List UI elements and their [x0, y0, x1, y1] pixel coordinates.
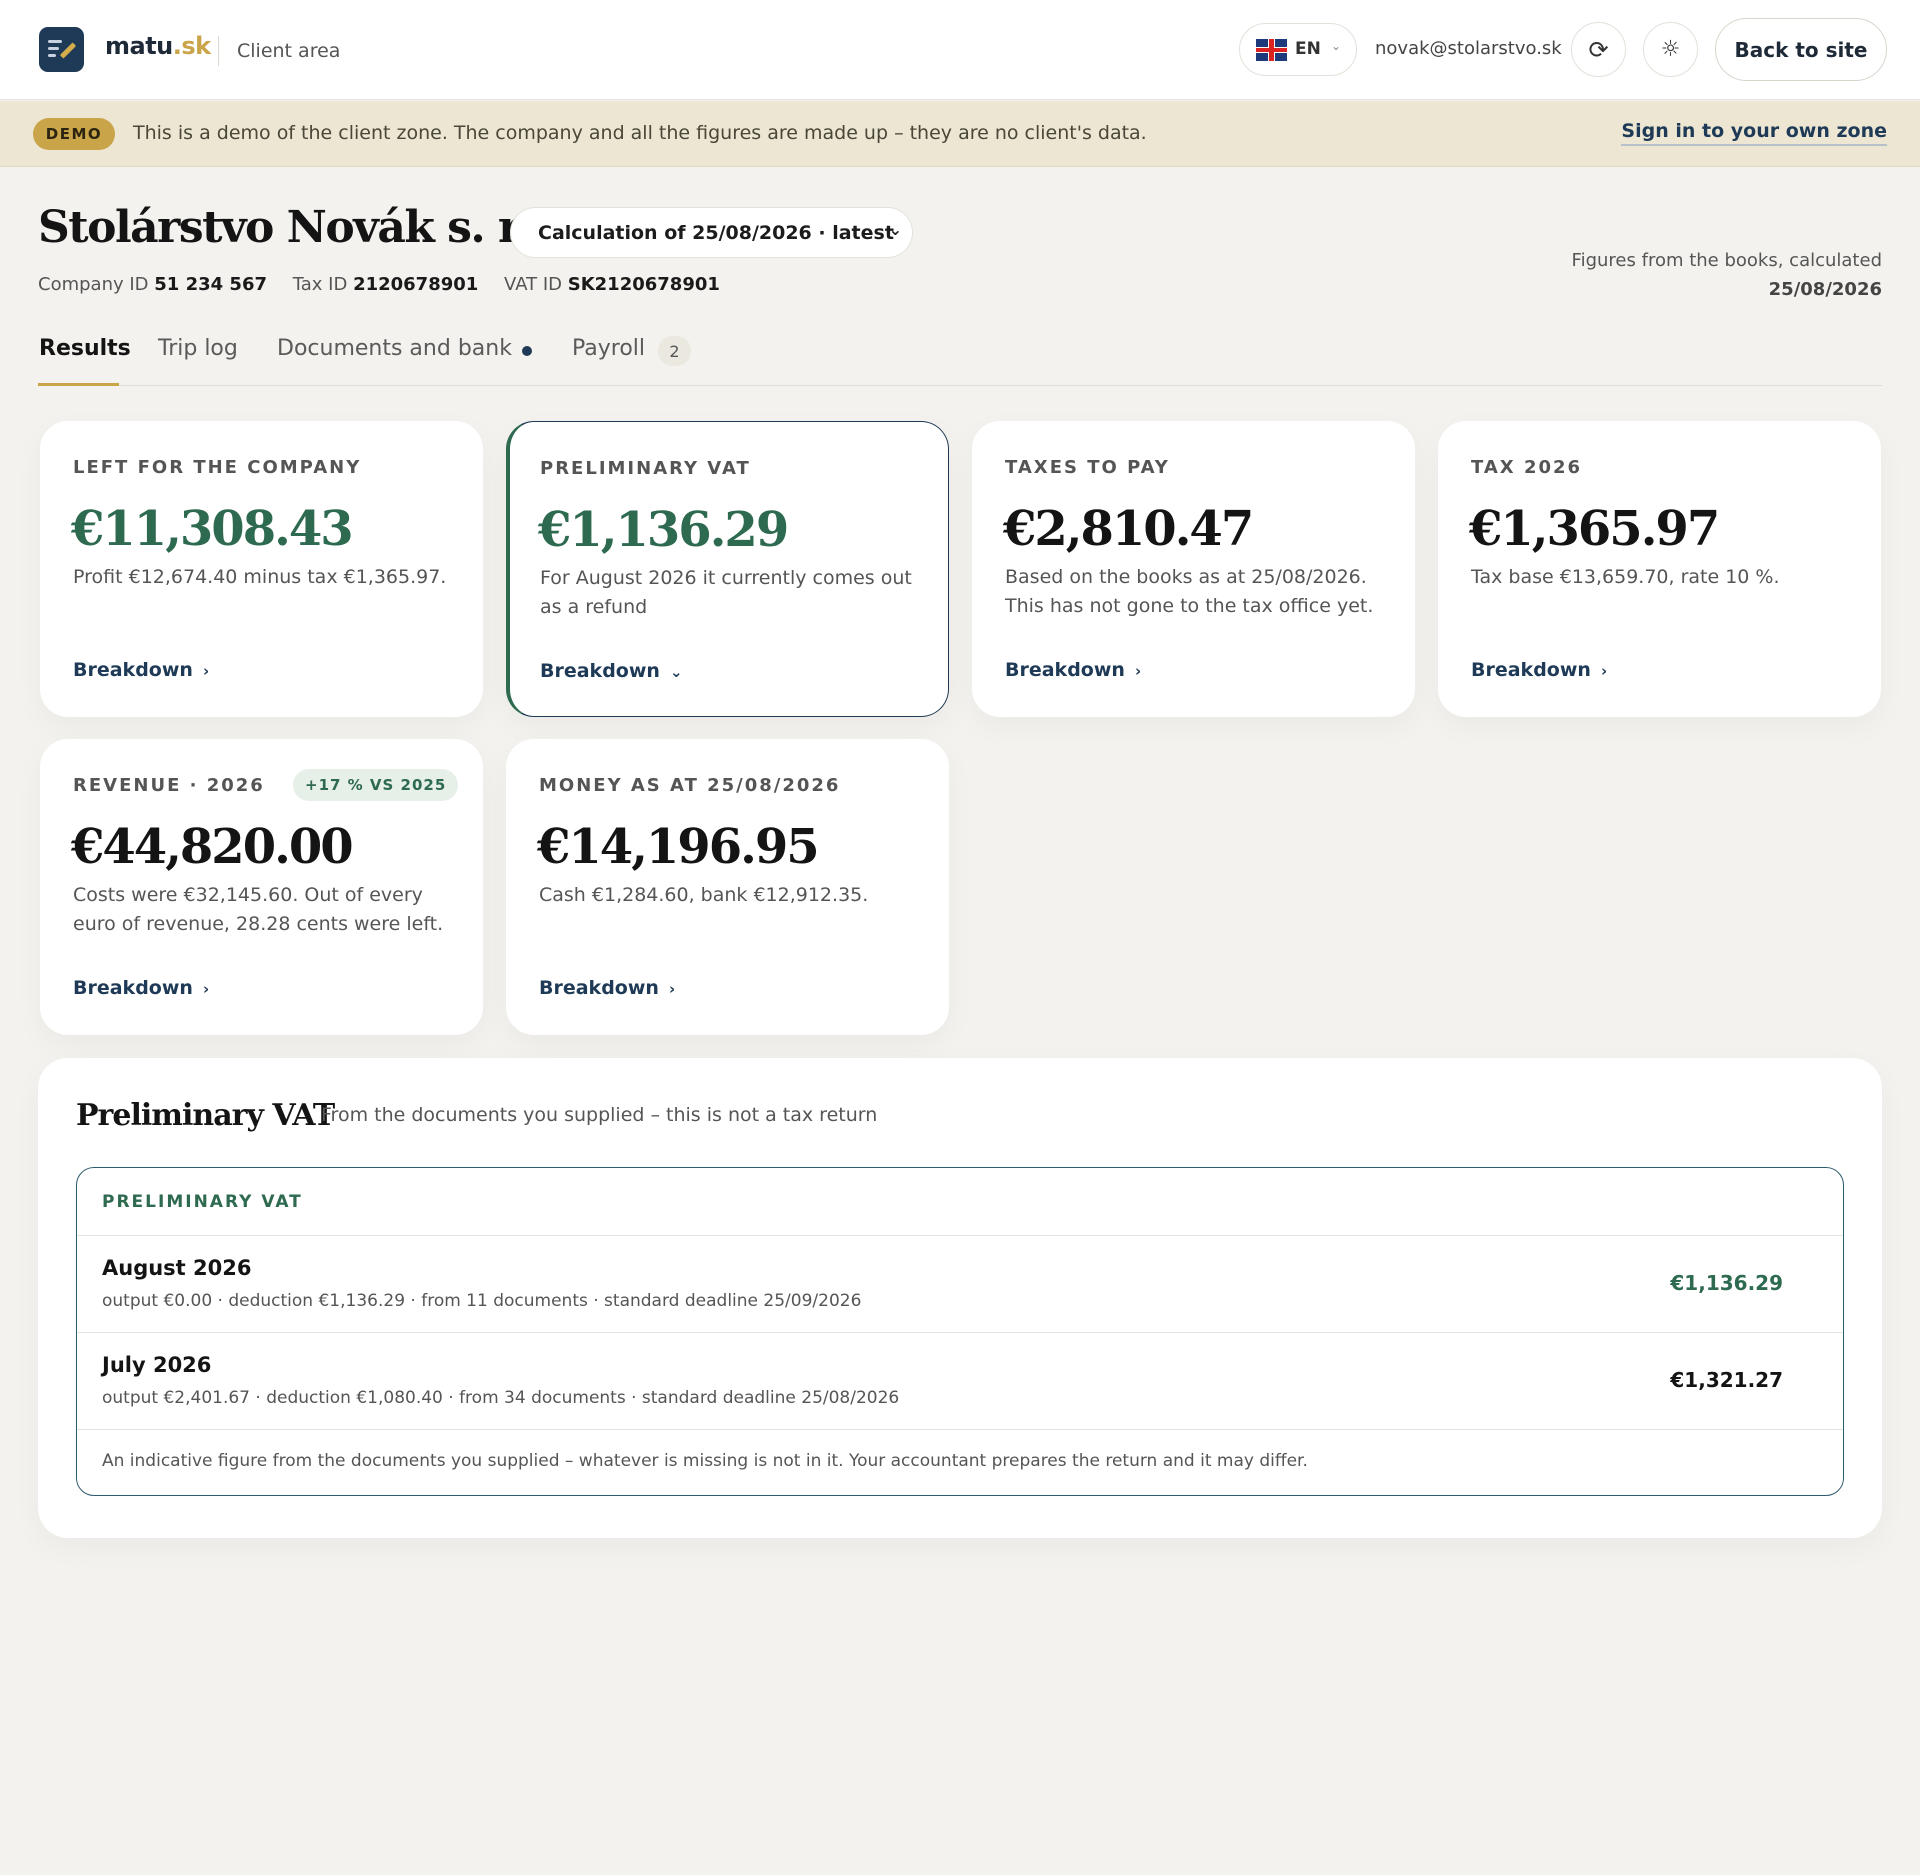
chevron-down-icon: ⌄: [1331, 39, 1342, 53]
refresh-button[interactable]: ⟳: [1571, 22, 1626, 77]
card-amount: €1,136.29: [538, 502, 789, 558]
breakdown-link[interactable]: Breakdown ⌄: [540, 660, 683, 682]
brand-divider: [218, 36, 219, 66]
brand-name[interactable]: matu.sk: [105, 32, 211, 60]
vat-row[interactable]: July 2026 output €2,401.67 · deduction €…: [77, 1333, 1843, 1430]
vat-panel: Preliminary VAT From the documents you s…: [38, 1058, 1882, 1538]
vat-footnote: An indicative figure from the documents …: [102, 1451, 1308, 1471]
active-tab-indicator: [38, 383, 119, 386]
logo-icon[interactable]: [39, 27, 84, 72]
chevron-down-icon: ⌄: [669, 663, 683, 681]
card-left-for-company: Left for the company €11,308.43 Profit €…: [40, 421, 483, 717]
card-amount: €1,365.97: [1469, 501, 1720, 557]
breakdown-link[interactable]: Breakdown ›: [1005, 659, 1141, 681]
demo-text: This is a demo of the client zone. The c…: [133, 122, 1147, 144]
language-label: EN: [1295, 39, 1321, 59]
vat-month: July 2026: [102, 1353, 212, 1377]
uk-flag-icon: [1256, 39, 1287, 61]
unread-dot: [522, 346, 532, 356]
tab-documents-and-bank[interactable]: Documents and bank: [277, 336, 512, 361]
books-note: Figures from the books, calculated 25/08…: [1571, 250, 1882, 300]
breakdown-link[interactable]: Breakdown ›: [73, 659, 209, 681]
card-preliminary-vat[interactable]: Preliminary VAT €1,136.29 For August 202…: [506, 421, 949, 717]
tab-results[interactable]: Results: [39, 336, 131, 361]
refresh-icon: ⟳: [1588, 35, 1609, 64]
card-amount: €44,820.00: [71, 819, 354, 875]
demo-badge: DEMO: [33, 118, 115, 150]
company-name: Stolárstvo Novák s. r. o.: [38, 202, 586, 253]
card-tax-2026: Tax 2026 €1,365.97 Tax base €13,659.70, …: [1438, 421, 1881, 717]
vat-table-header: PRELIMINARY VAT: [77, 1168, 1843, 1236]
tab-payroll[interactable]: Payroll: [572, 336, 645, 361]
vat-row[interactable]: August 2026 output €0.00 · deduction €1,…: [77, 1236, 1843, 1333]
chevron-right-icon: ›: [668, 980, 676, 998]
tabs-divider: [38, 385, 1882, 386]
vat-value: €1,321.27: [1670, 1368, 1783, 1392]
sun-icon: ☼: [1660, 37, 1681, 62]
vat-table: PRELIMINARY VAT August 2026 output €0.00…: [76, 1167, 1844, 1496]
breakdown-link[interactable]: Breakdown ›: [1471, 659, 1607, 681]
client-area-label: Client area: [237, 40, 341, 62]
revenue-growth-badge: +17 % vs 2025: [293, 769, 459, 801]
vat-month: August 2026: [102, 1256, 252, 1280]
card-amount: €2,810.47: [1003, 501, 1254, 557]
card-revenue: Revenue · 2026 +17 % vs 2025 €44,820.00 …: [40, 739, 483, 1035]
card-taxes-to-pay: Taxes to pay €2,810.47 Based on the book…: [972, 421, 1415, 717]
top-bar: matu.sk Client area EN ⌄ novak@stolarstv…: [0, 0, 1920, 100]
card-money: Money as at 25/08/2026 €14,196.95 Cash €…: [506, 739, 949, 1035]
chevron-right-icon: ›: [1600, 662, 1608, 680]
vat-meta: output €0.00 · deduction €1,136.29 · fro…: [102, 1291, 862, 1311]
calculation-select-value: Calculation of 25/08/2026 · latest: [538, 222, 894, 244]
theme-toggle-button[interactable]: ☼: [1643, 22, 1698, 77]
vat-value: €1,136.29: [1670, 1271, 1783, 1295]
chevron-right-icon: ›: [202, 662, 210, 680]
company-ids: Company ID 51 234 567 Tax ID 2120678901 …: [38, 274, 720, 295]
chevron-right-icon: ›: [1134, 662, 1142, 680]
card-amount: €14,196.95: [537, 819, 820, 875]
vat-subtitle: From the documents you supplied – this i…: [321, 1104, 878, 1126]
user-email: novak@stolarstvo.sk: [1375, 38, 1562, 59]
card-amount: €11,308.43: [71, 501, 354, 557]
tab-trip-log[interactable]: Trip log: [158, 336, 238, 361]
demo-banner: DEMO This is a demo of the client zone. …: [0, 101, 1920, 167]
vat-title: Preliminary VAT: [76, 1098, 335, 1133]
breakdown-link[interactable]: Breakdown ›: [539, 977, 675, 999]
vat-meta: output €2,401.67 · deduction €1,080.40 ·…: [102, 1388, 900, 1408]
sign-in-link[interactable]: Sign in to your own zone: [1621, 120, 1887, 146]
chevron-right-icon: ›: [202, 980, 210, 998]
breakdown-link[interactable]: Breakdown ›: [73, 977, 209, 999]
chevron-down-icon: ⌄: [888, 220, 902, 239]
payroll-count-badge: 2: [658, 336, 691, 366]
language-selector[interactable]: EN ⌄: [1239, 23, 1357, 76]
back-to-site-button[interactable]: Back to site: [1715, 18, 1887, 81]
calculation-select[interactable]: Calculation of 25/08/2026 · latest ⌄: [510, 207, 913, 258]
